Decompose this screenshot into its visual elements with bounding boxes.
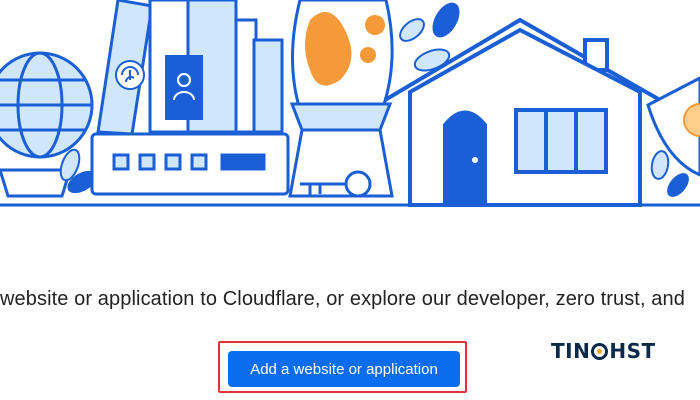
onboarding-description: website or application to Cloudflare, or… <box>0 288 685 310</box>
watermark-o-icon <box>591 342 609 360</box>
watermark-text-part1: TIN <box>551 339 591 363</box>
leaf-icon <box>399 2 460 72</box>
user-badge-icon <box>165 55 203 120</box>
hero-illustration <box>0 0 700 207</box>
lava-lamp-icon <box>288 0 394 198</box>
house-icon <box>383 17 661 207</box>
add-website-button[interactable]: Add a website or application <box>228 351 460 387</box>
watermark-text-part2: HST <box>609 339 656 363</box>
watermark-logo: TIN HST <box>551 338 656 364</box>
fingerprint-icon <box>115 60 145 90</box>
router-icon <box>90 132 290 196</box>
